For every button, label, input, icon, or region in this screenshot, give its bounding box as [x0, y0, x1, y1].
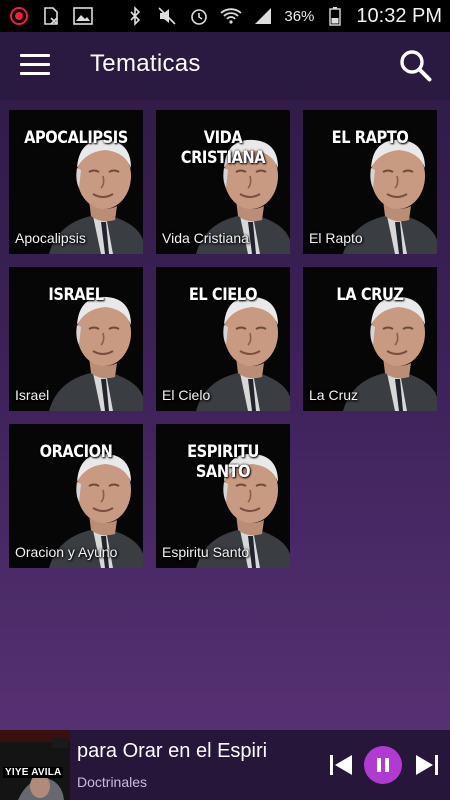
battery-percent: 36% — [284, 7, 315, 25]
pause-button[interactable] — [364, 746, 402, 784]
sim-blocked-icon — [40, 6, 62, 26]
category-grid: APOCALIPSIS Apocalipsis VIDA CRISTIANA V… — [9, 110, 441, 568]
mute-icon — [156, 6, 178, 26]
tile-heading: EL RAPTO — [331, 128, 409, 148]
tile-caption: La Cruz — [309, 387, 359, 403]
clock: 10:32 PM — [356, 4, 442, 27]
app-bar: Tematicas — [0, 32, 450, 100]
category-tile-1[interactable]: APOCALIPSIS Apocalipsis — [9, 110, 143, 254]
category-tile-8[interactable]: ESPIRITU SANTO Espiritu Santo — [156, 424, 290, 568]
hamburger-menu-icon[interactable] — [20, 54, 50, 78]
category-tile-2[interactable]: VIDA CRISTIANA Vida Cristiana — [156, 110, 290, 254]
tile-heading: ORACION — [39, 442, 113, 462]
tile-caption: Apocalipsis — [15, 230, 86, 246]
battery-icon — [324, 6, 346, 26]
bluetooth-icon — [124, 6, 146, 26]
tile-caption: El Rapto — [309, 230, 363, 246]
tile-caption: Espiritu Santo — [162, 544, 250, 560]
tile-caption: El Cielo — [162, 387, 211, 403]
skip-previous-icon[interactable] — [328, 752, 354, 778]
category-tile-6[interactable]: LA CRUZ La Cruz — [303, 267, 437, 411]
tile-heading: VIDA CRISTIANA — [180, 128, 266, 168]
track-subtitle: Doctrinales — [77, 774, 148, 790]
tile-heading: APOCALIPSIS — [24, 128, 128, 148]
record-icon — [8, 6, 30, 26]
track-title: para Orar en el Espiri — [77, 740, 268, 762]
tile-heading: ESPIRITU SANTO — [187, 442, 259, 482]
tile-heading: LA CRUZ — [336, 285, 404, 305]
tile-caption: Israel — [15, 387, 50, 403]
tile-heading: EL CIELO — [188, 285, 258, 305]
category-tile-3[interactable]: EL RAPTO El Rapto — [303, 110, 437, 254]
category-tile-4[interactable]: ISRAEL Israel — [9, 267, 143, 411]
status-left — [8, 6, 94, 26]
wifi-icon — [220, 6, 242, 26]
tile-heading: ISRAEL — [48, 285, 104, 305]
skip-next-icon[interactable] — [414, 752, 440, 778]
signal-icon — [252, 6, 274, 26]
status-bar: 36% 10:32 PM — [0, 0, 450, 32]
tile-caption: Oracion y Ayuno — [15, 544, 118, 560]
search-icon[interactable] — [398, 48, 434, 84]
pause-icon — [377, 758, 389, 772]
category-tile-5[interactable]: EL CIELO El Cielo — [156, 267, 290, 411]
category-tile-7[interactable]: ORACION Oracion y Ayuno — [9, 424, 143, 568]
image-icon — [72, 6, 94, 26]
status-right: 36% 10:32 PM — [124, 5, 442, 28]
alarm-icon — [188, 6, 210, 26]
album-art-image: YIYE AVILA — [0, 730, 70, 800]
now-playing-bar[interactable]: YIYE AVILA para Orar en el Espiri Doctri… — [0, 730, 450, 800]
page-title: Tematicas — [90, 50, 201, 77]
album-art-label: YIYE AVILA — [3, 767, 64, 778]
tile-caption: Vida Cristiana — [162, 230, 249, 246]
